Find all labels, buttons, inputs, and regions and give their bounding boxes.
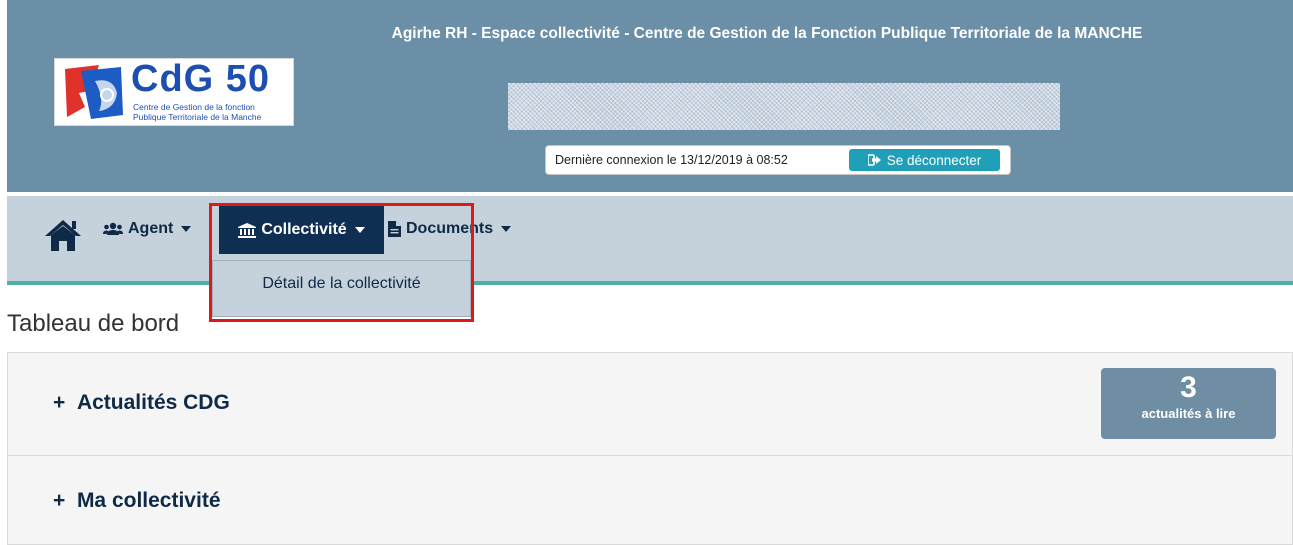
panel-actualites-toggle[interactable]: + Actualités CDG (53, 391, 230, 415)
app-title: Agirhe RH - Espace collectivité - Centre… (391, 25, 1143, 42)
document-icon (388, 221, 401, 237)
app-header: CdG 50 Centre de Gestion de la fonction … (7, 0, 1293, 192)
home-link[interactable] (44, 218, 82, 257)
panel-actualites-title: Actualités CDG (76, 391, 230, 414)
nav-agent-label: Agent (128, 220, 174, 237)
logo-subtitle: Centre de Gestion de la fonction Publiqu… (133, 102, 261, 122)
main-navbar: Agent Collectivité Documents (7, 196, 1293, 285)
nav-agent[interactable]: Agent (103, 220, 192, 238)
cdg50-logo[interactable]: CdG 50 Centre de Gestion de la fonction … (54, 58, 294, 126)
plus-icon: + (53, 391, 77, 414)
panel-ma-collectivite: + Ma collectivité (7, 455, 1293, 545)
logo-subtitle-line2: Publique Territoriale de la Manche (133, 112, 262, 122)
panel-ma-collectivite-toggle[interactable]: + Ma collectivité (53, 489, 221, 513)
news-count-label: actualités à lire (1141, 406, 1236, 421)
news-count-badge[interactable]: 3 actualités à lire (1101, 368, 1276, 439)
last-login-text: Dernière connexion le 13/12/2019 à 08:52 (555, 153, 788, 167)
session-info: Dernière connexion le 13/12/2019 à 08:52… (545, 145, 1011, 175)
chevron-down-icon (354, 227, 365, 233)
nav-documents-label: Documents (406, 220, 494, 237)
panel-actualites: + Actualités CDG 3 actualités à lire (7, 352, 1293, 456)
cdg-emblem-icon (65, 65, 123, 119)
users-icon (103, 222, 123, 235)
page-title: Tableau de bord (7, 310, 180, 337)
logout-button[interactable]: Se déconnecter (849, 149, 1000, 171)
chevron-down-icon (501, 226, 512, 232)
nav-collectivite[interactable]: Collectivité (219, 206, 384, 254)
logo-subtitle-line1: Centre de Gestion de la fonction (133, 102, 255, 112)
logo-text: CdG 50 (131, 58, 271, 100)
panel-ma-collectivite-title: Ma collectivité (76, 489, 221, 512)
dropdown-item-detail-collectivite[interactable]: Détail de la collectivité (213, 275, 470, 293)
home-icon (45, 220, 81, 251)
sign-out-icon (867, 154, 881, 166)
logout-label: Se déconnecter (886, 152, 982, 168)
nav-collectivite-label: Collectivité (261, 221, 347, 238)
bank-icon (238, 222, 257, 238)
redacted-collectivity-name (508, 83, 1060, 130)
plus-icon: + (53, 489, 77, 512)
chevron-down-icon (181, 226, 192, 232)
news-count: 3 (1180, 371, 1197, 404)
nav-documents[interactable]: Documents (388, 220, 512, 238)
collectivite-dropdown-menu: Détail de la collectivité (212, 260, 471, 317)
